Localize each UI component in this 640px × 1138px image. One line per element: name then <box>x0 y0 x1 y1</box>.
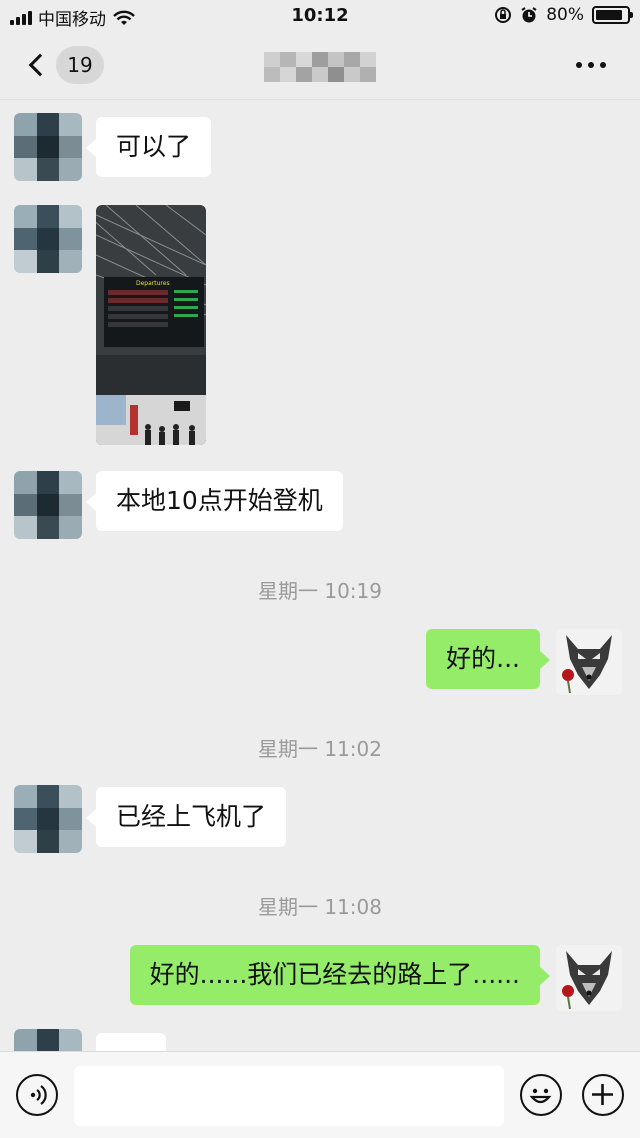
message-bubble-incoming[interactable]: 本地10点开始登机 <box>86 471 343 531</box>
emoji-icon <box>529 1088 552 1104</box>
message-bubble-incoming-partial[interactable] <box>96 1033 166 1051</box>
status-bar: 中国移动 10:12 80% <box>0 0 640 32</box>
chat-area[interactable]: 可以了 Departures 本地10点开始登机 星期一 10:19 好的...… <box>0 101 640 1051</box>
user-avatar[interactable] <box>556 945 622 1011</box>
user-avatar[interactable] <box>556 629 622 695</box>
contact-avatar[interactable] <box>14 113 82 181</box>
message-input[interactable] <box>74 1066 504 1126</box>
wolf-avatar-image <box>556 629 622 695</box>
battery-icon <box>592 6 633 24</box>
contact-avatar[interactable] <box>14 1029 82 1051</box>
message-bubble-outgoing[interactable]: 好的... <box>426 629 550 689</box>
nav-bar: 19 <box>0 32 640 100</box>
plus-icon <box>592 1084 613 1105</box>
contact-avatar[interactable] <box>14 785 82 853</box>
voice-button[interactable] <box>16 1074 58 1116</box>
back-button[interactable]: 19 <box>26 46 106 84</box>
message-bubble-incoming[interactable]: 已经上飞机了 <box>85 787 287 847</box>
wolf-avatar-image <box>556 945 622 1011</box>
contact-avatar[interactable] <box>14 471 82 539</box>
alarm-icon <box>521 7 537 23</box>
message-timestamp: 星期一 10:19 <box>258 579 382 603</box>
orientation-lock-icon <box>495 7 512 23</box>
emoji-button[interactable] <box>520 1074 562 1116</box>
voice-icon <box>30 1085 47 1105</box>
status-right: 80% <box>494 5 633 25</box>
svg-text:Departures: Departures <box>136 280 170 287</box>
message-bubble-outgoing[interactable]: 好的......我们已经去的路上了...... <box>129 945 551 1005</box>
image-message[interactable]: Departures <box>96 205 206 445</box>
photo-airport-departures: Departures <box>96 205 206 445</box>
more-icon <box>576 62 582 68</box>
message-bubble-incoming[interactable]: 可以了 <box>85 117 212 177</box>
unread-badge: 19 <box>56 46 104 84</box>
input-bar <box>0 1051 640 1138</box>
more-button[interactable] <box>576 62 606 68</box>
plus-button[interactable] <box>582 1074 624 1116</box>
chat-title-pixelated <box>264 52 376 82</box>
chevron-left-icon <box>28 53 52 77</box>
contact-avatar[interactable] <box>14 205 82 273</box>
message-timestamp: 星期一 11:08 <box>258 895 382 919</box>
battery-label: 80% <box>546 5 584 25</box>
message-timestamp: 星期一 11:02 <box>258 737 382 761</box>
